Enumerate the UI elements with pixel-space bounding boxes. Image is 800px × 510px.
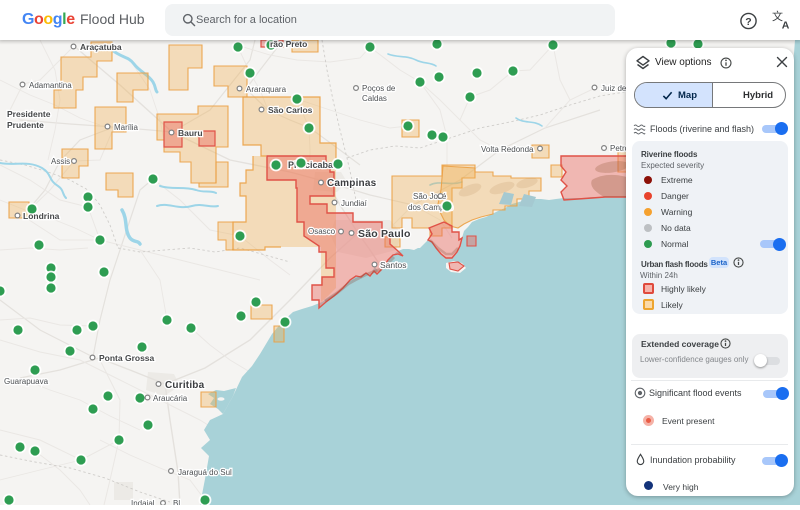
svg-text:Santos: Santos: [380, 260, 406, 270]
svg-text:Jundiaí: Jundiaí: [341, 199, 368, 208]
svg-text:Adamantina: Adamantina: [29, 81, 72, 90]
svg-text:Araucária: Araucária: [153, 394, 188, 403]
svg-text:Araraquara: Araraquara: [246, 85, 287, 94]
svg-text:Poços de: Poços de: [362, 84, 396, 93]
svg-text:São Paulo: São Paulo: [358, 228, 411, 240]
svg-text:?: ?: [745, 16, 751, 28]
svg-text:Volta Redonda: Volta Redonda: [481, 145, 534, 154]
svg-text:Prudente: Prudente: [7, 120, 44, 130]
svg-text:Indaial: Indaial: [131, 499, 155, 505]
svg-text:Bl: Bl: [173, 499, 180, 505]
svg-text:São Carlos: São Carlos: [268, 105, 313, 115]
svg-text:Londrina: Londrina: [23, 211, 60, 221]
svg-text:Osasco: Osasco: [308, 227, 336, 236]
svg-text:Assis: Assis: [51, 157, 70, 166]
svg-text:Caldas: Caldas: [362, 94, 387, 103]
svg-text:Presidente: Presidente: [7, 109, 51, 119]
svg-text:Guarapuava: Guarapuava: [4, 377, 49, 386]
svg-text:Jaraguá do Sul: Jaraguá do Sul: [178, 468, 232, 477]
svg-text:Curitiba: Curitiba: [165, 380, 205, 391]
svg-text:Bauru: Bauru: [178, 128, 203, 138]
svg-text:A: A: [782, 20, 790, 32]
svg-text:Marília: Marília: [114, 123, 139, 132]
svg-text:Campinas: Campinas: [327, 178, 377, 189]
svg-text:Ponta Grossa: Ponta Grossa: [99, 353, 155, 363]
